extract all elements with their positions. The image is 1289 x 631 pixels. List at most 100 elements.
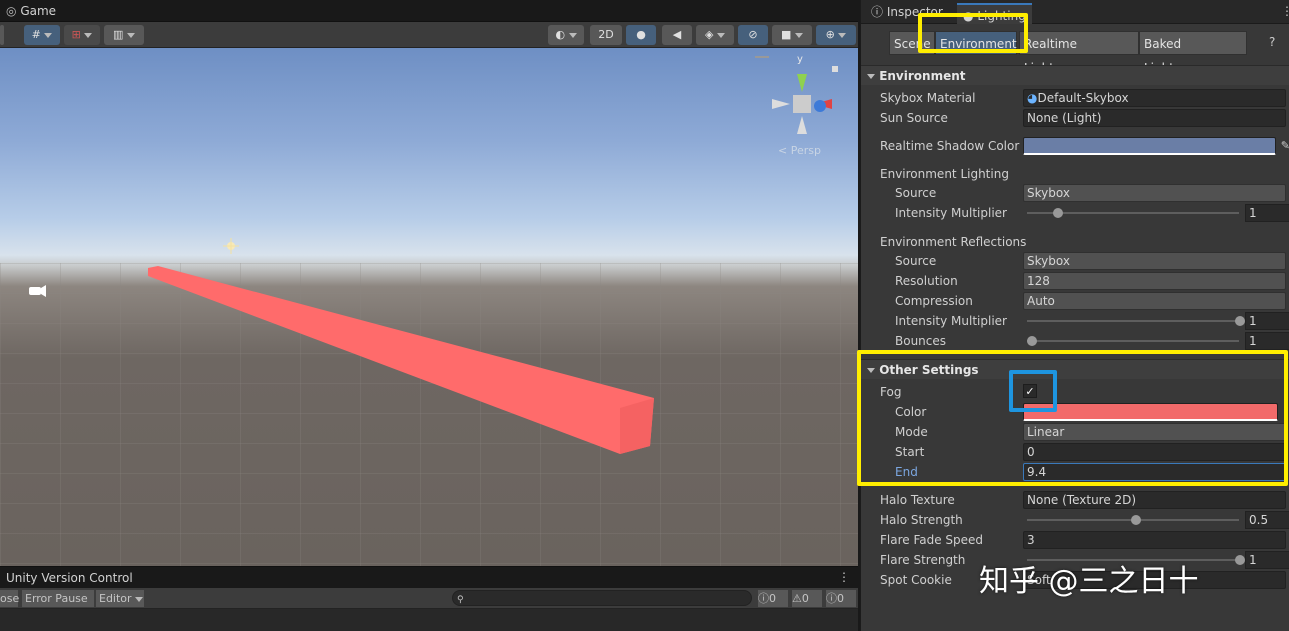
grid-icon: # xyxy=(31,28,41,41)
draw-mode-button[interactable]: ◐ xyxy=(548,25,584,45)
fog-checkbox-highlight xyxy=(1009,370,1057,412)
lighting-source-row: Source Skybox xyxy=(861,183,1289,203)
reflection-source-dropdown[interactable]: Skybox xyxy=(1023,252,1286,270)
shadow-color-swatch[interactable] xyxy=(1023,137,1276,155)
error-pause-button[interactable]: Error Pause xyxy=(22,590,94,607)
error-count-button[interactable]: ⓘ0 xyxy=(826,590,856,607)
clear-button[interactable]: ose xyxy=(0,590,19,607)
flare-strength-input[interactable]: 1 xyxy=(1245,551,1289,569)
resolution-label: Resolution xyxy=(895,274,958,288)
scene-viewport[interactable]: y < Persp xyxy=(0,48,858,566)
kebab-menu-icon[interactable]: ⋮ xyxy=(1281,4,1289,18)
console-search-input[interactable]: ⚲ xyxy=(452,590,752,606)
bulb-icon: ● xyxy=(636,28,646,41)
environment-tab-highlight xyxy=(918,13,1028,53)
environment-header[interactable]: Environment xyxy=(861,65,1289,85)
tab-game[interactable]: ◎ Game xyxy=(0,0,62,22)
lighting-intensity-label: Intensity Multiplier xyxy=(895,206,1007,220)
halo-texture-field[interactable]: None (Texture 2D) xyxy=(1023,491,1286,509)
lighting-source-dropdown[interactable]: Skybox xyxy=(1023,184,1286,202)
halo-strength-slider[interactable] xyxy=(1027,515,1239,525)
camera-settings-button[interactable]: ■ xyxy=(772,25,812,45)
ruler-icon: ▥ xyxy=(113,28,124,41)
tool-edge-button[interactable] xyxy=(0,25,4,45)
environment-reflections-row: Environment Reflections xyxy=(861,232,1289,252)
slider-knob[interactable] xyxy=(1053,208,1063,218)
orientation-gizmo xyxy=(772,74,832,134)
environment-reflections-label: Environment Reflections xyxy=(880,235,1027,249)
environment-lighting-label: Environment Lighting xyxy=(880,167,1009,181)
skybox-material-row: Skybox Material ◕Default-Skybox xyxy=(861,88,1289,108)
skybox-material-field[interactable]: ◕Default-Skybox xyxy=(1023,89,1286,107)
slider-knob[interactable] xyxy=(1235,555,1245,565)
gizmo-y-label: y xyxy=(797,54,803,65)
flare-strength-label: Flare Strength xyxy=(880,553,966,567)
log-count: 0 xyxy=(769,592,776,605)
flare-fade-input[interactable]: 3 xyxy=(1023,531,1286,549)
halo-strength-input[interactable]: 0.5 xyxy=(1245,511,1289,529)
inspector-panel: ⓘ Inspector ● Lighting ⋮ Scene Environme… xyxy=(857,0,1289,631)
tab-game-label: Game xyxy=(20,4,57,18)
compression-label: Compression xyxy=(895,294,973,308)
bounces-label: Bounces xyxy=(895,334,947,348)
scene-toolbar: # ⊞ ▥ ◐ 2D ● ◀ ◈ ⊘ ■ ⊕ xyxy=(0,22,858,48)
persp-label[interactable]: < Persp xyxy=(778,144,821,157)
console-body xyxy=(0,609,858,631)
tab-baked-lightmaps[interactable]: Baked Lightmaps xyxy=(1139,31,1247,75)
slider-knob[interactable] xyxy=(1131,515,1141,525)
warn-count: 0 xyxy=(801,592,809,605)
skybox-material-label: Skybox Material xyxy=(880,91,976,105)
tab-version-control[interactable]: Unity Version Control xyxy=(0,567,139,589)
game-panel: ◎ Game # ⊞ ▥ ◐ 2D ● ◀ ◈ ⊘ ■ ⊕ y < Persp … xyxy=(0,0,858,631)
gizmos-button[interactable]: ⊕ xyxy=(816,25,856,45)
shadow-color-row: Realtime Shadow Color ✎ xyxy=(861,136,1289,156)
scene-objects xyxy=(29,56,838,454)
sun-source-field[interactable]: None (Light) xyxy=(1023,109,1286,127)
flare-fade-row: Flare Fade Speed 3 xyxy=(861,530,1289,550)
halo-strength-label: Halo Strength xyxy=(880,513,963,527)
effects-button[interactable]: ◈ xyxy=(696,25,734,45)
lighting-source-label: Source xyxy=(895,186,937,200)
lighting-toggle-button[interactable]: ● xyxy=(626,25,656,45)
snap-icon: ⊞ xyxy=(71,28,81,41)
2d-toggle-button[interactable]: 2D xyxy=(590,25,622,45)
help-icon[interactable]: ? xyxy=(1269,35,1275,49)
camera-icon: ■ xyxy=(781,28,792,41)
spot-cookie-label: Spot Cookie xyxy=(880,573,952,587)
reflection-intensity-slider[interactable] xyxy=(1027,316,1245,326)
log-count-button[interactable]: ⓘ0 xyxy=(758,590,788,607)
reflection-intensity-row: Intensity Multiplier 1 xyxy=(861,311,1289,331)
bounces-slider[interactable] xyxy=(1027,336,1239,346)
bounces-input[interactable]: 1 xyxy=(1245,332,1289,350)
environment-lighting-row: Environment Lighting xyxy=(861,164,1289,184)
warn-count-button[interactable]: ⚠0 xyxy=(792,590,822,607)
audio-toggle-button[interactable]: ◀ xyxy=(662,25,692,45)
reflection-source-label: Source xyxy=(895,254,937,268)
resolution-row: Resolution 128 xyxy=(861,271,1289,291)
grid-visibility-button[interactable]: ▥ xyxy=(104,25,144,45)
halo-texture-row: Halo Texture None (Texture 2D) xyxy=(861,490,1289,510)
camera-gizmo-icon xyxy=(29,285,46,297)
lighting-intensity-input[interactable]: 1 xyxy=(1245,204,1289,222)
eyedropper-icon[interactable]: ✎ xyxy=(1281,136,1289,156)
compression-dropdown[interactable]: Auto xyxy=(1023,292,1286,310)
scene-visibility-button[interactable]: ⊘ xyxy=(738,25,768,45)
console-toolbar: ose Error Pause Editor ⚲ ⓘ0 ⚠0 ⓘ0 xyxy=(0,588,858,609)
reflection-intensity-input[interactable]: 1 xyxy=(1245,312,1289,330)
eye-slash-icon: ⊘ xyxy=(748,28,758,41)
lighting-tabs: Scene Environment Realtime Lightmaps Bak… xyxy=(861,13,1289,75)
resolution-dropdown[interactable]: 128 xyxy=(1023,272,1286,290)
slider-knob[interactable] xyxy=(1027,336,1037,346)
environment-header-label: Environment xyxy=(879,69,966,83)
speaker-mute-icon: ◀ xyxy=(672,28,682,41)
skybox-material-value: Default-Skybox xyxy=(1037,91,1129,105)
console-tab-bar: Unity Version Control ⋮ xyxy=(0,566,858,588)
lighting-intensity-slider[interactable] xyxy=(1027,208,1239,218)
kebab-menu-icon[interactable]: ⋮ xyxy=(838,570,850,584)
tab-realtime-lightmaps[interactable]: Realtime Lightmaps xyxy=(1019,31,1139,75)
grid-snap-button[interactable]: # xyxy=(24,25,60,45)
fog-strip-object xyxy=(148,266,654,454)
increment-snap-button[interactable]: ⊞ xyxy=(64,25,100,45)
editor-dropdown[interactable]: Editor xyxy=(96,590,144,607)
slider-knob[interactable] xyxy=(1235,316,1245,326)
